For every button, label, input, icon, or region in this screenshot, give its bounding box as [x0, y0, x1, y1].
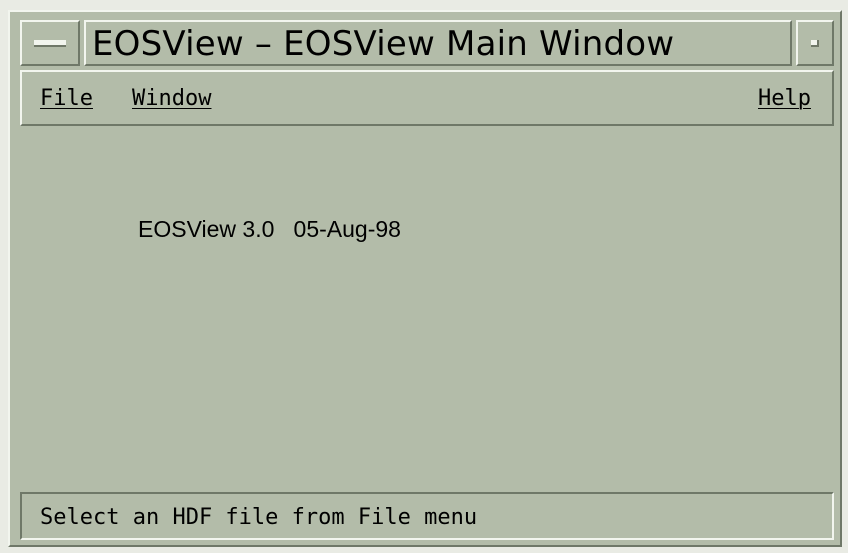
main-window: EOSView – EOSView Main Window File Windo…: [8, 10, 842, 547]
title-field[interactable]: EOSView – EOSView Main Window: [84, 20, 792, 66]
menu-window[interactable]: Window: [132, 86, 211, 111]
window-menu-button[interactable]: [20, 20, 80, 66]
menu-help[interactable]: Help: [758, 86, 811, 111]
window-menu-icon: [34, 40, 66, 47]
main-area: EOSView 3.0 05-Aug-98: [20, 128, 834, 490]
version-label: EOSView 3.0 05-Aug-98: [138, 216, 401, 242]
menu-file[interactable]: File: [40, 86, 93, 111]
menu-bar: File Window Help: [20, 70, 834, 126]
window-title: EOSView – EOSView Main Window: [92, 24, 675, 64]
minimize-button[interactable]: [796, 20, 834, 66]
title-bar[interactable]: EOSView – EOSView Main Window: [20, 18, 834, 68]
status-bar: Select an HDF file from File menu: [20, 492, 834, 540]
minimize-icon: [811, 40, 819, 47]
status-message: Select an HDF file from File menu: [40, 505, 478, 530]
